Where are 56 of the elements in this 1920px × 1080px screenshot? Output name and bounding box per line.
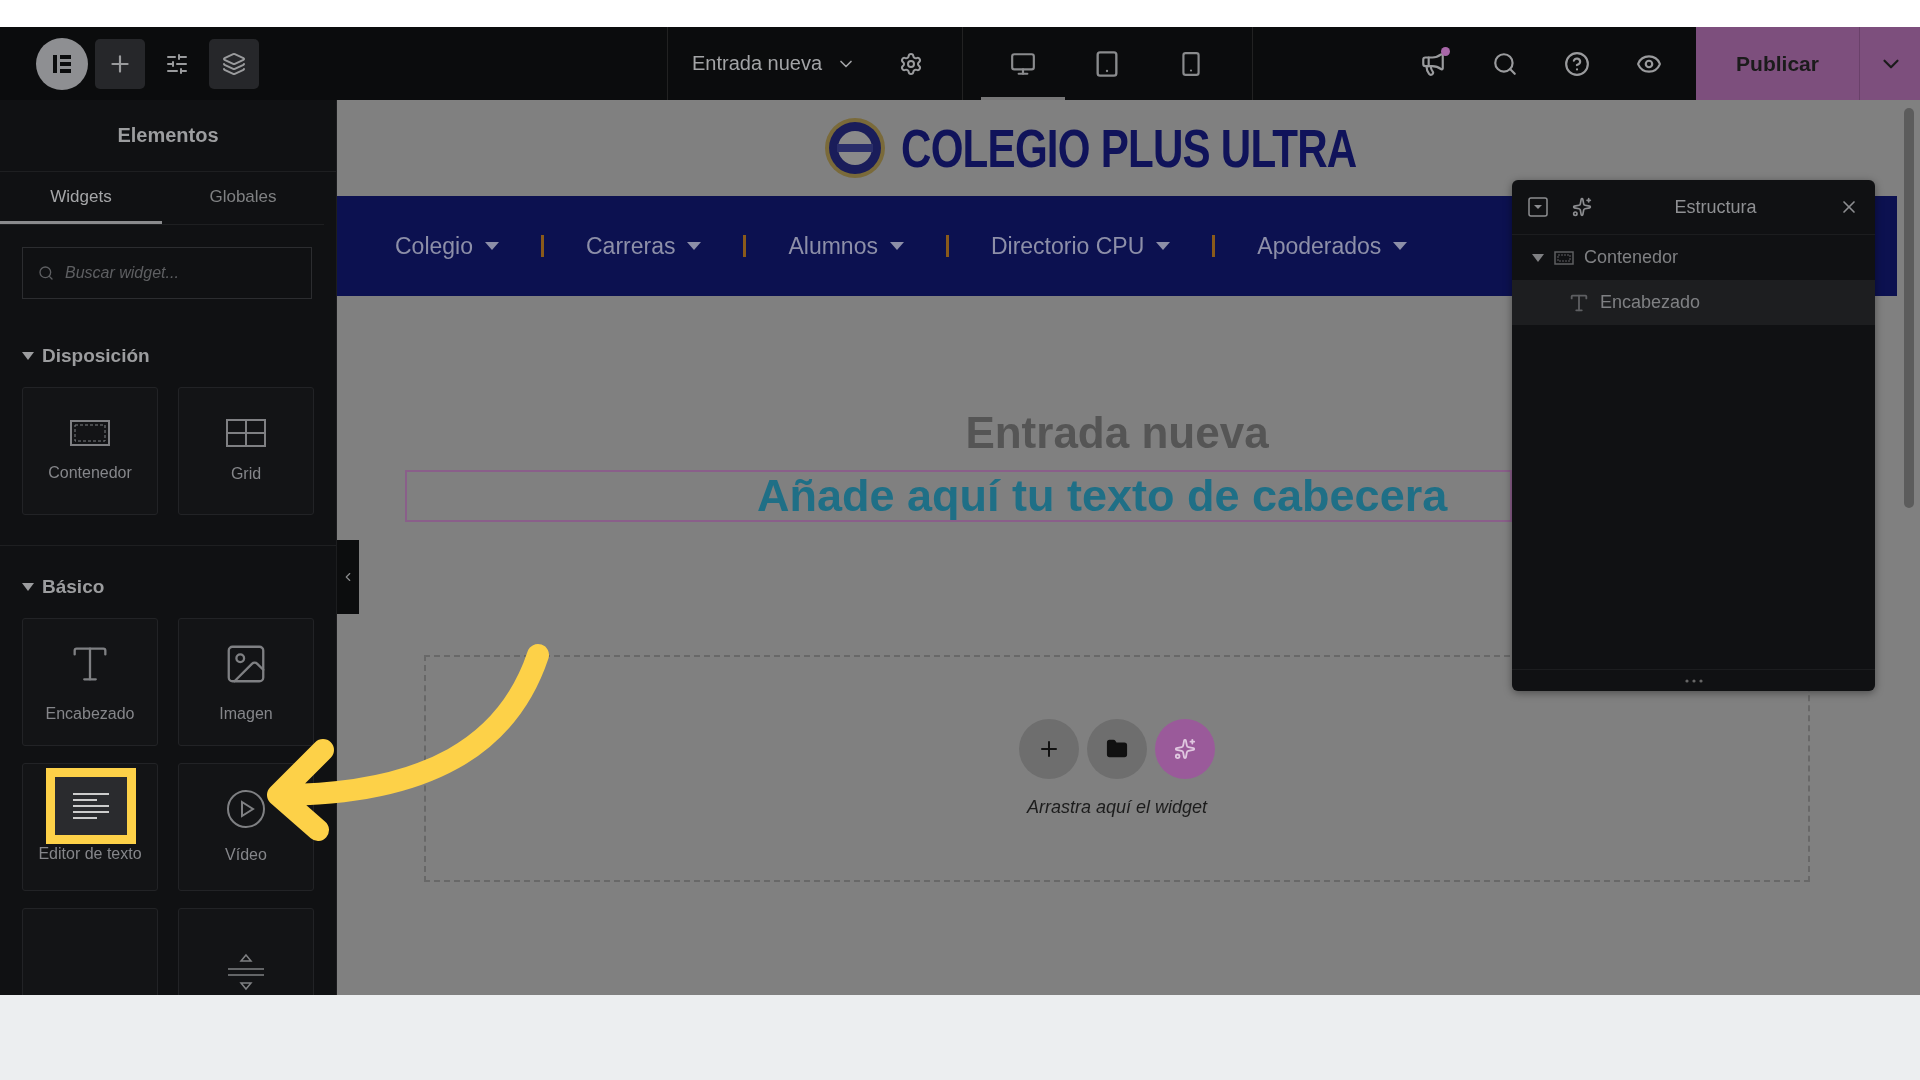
text-lines-icon <box>73 793 109 819</box>
tree-item[interactable]: Contenedor <box>1512 235 1875 280</box>
settings-icon <box>899 51 924 76</box>
layers-icon <box>222 51 246 76</box>
section-header[interactable]: Disposición <box>0 345 172 367</box>
scrollbar[interactable] <box>1904 108 1914 508</box>
site-logo-text: COLEGIO PLUS ULTRA <box>900 117 1356 179</box>
widget-tile[interactable]: Contenedor <box>22 387 158 515</box>
help-icon <box>1564 50 1590 77</box>
caret-icon <box>889 242 904 250</box>
caret-icon <box>22 583 34 591</box>
section-header[interactable]: Básico <box>0 576 127 598</box>
sliders-icon <box>165 51 189 76</box>
layers-button[interactable] <box>209 38 259 89</box>
drag-handle-icon[interactable] <box>1684 678 1703 683</box>
caret-icon <box>1156 242 1171 250</box>
sparkle-icon <box>1174 738 1196 760</box>
panel-tab[interactable]: Widgets <box>0 172 162 224</box>
caret-icon <box>22 352 34 360</box>
container-icon <box>1554 250 1574 265</box>
desktop-icon <box>1010 50 1036 77</box>
ai-button[interactable] <box>1155 719 1215 779</box>
widget-tile[interactable]: Encabezado <box>22 618 158 746</box>
folder-icon <box>1106 738 1128 760</box>
container-icon <box>70 420 110 446</box>
app-logo[interactable] <box>36 37 88 90</box>
search-icon <box>38 265 54 281</box>
caret-icon <box>485 242 499 250</box>
nav-item[interactable]: Carreras <box>586 232 702 260</box>
caret-icon <box>687 242 702 250</box>
caret-icon <box>1393 242 1408 250</box>
notification-dot <box>1441 46 1450 56</box>
nav-item[interactable]: Colegio <box>395 232 499 260</box>
play-icon <box>227 790 265 828</box>
structure-title: Estructura <box>1673 196 1758 218</box>
panel-tab[interactable]: Globales <box>162 172 324 224</box>
widget-tile[interactable]: Grid <box>178 387 314 515</box>
document-title-dropdown[interactable]: Entrada nueva <box>692 52 857 75</box>
add-button[interactable] <box>95 38 145 89</box>
drop-hint: Arrastra aquí el widget <box>1026 797 1208 818</box>
publish-button[interactable]: Publicar <box>1696 27 1859 100</box>
tree-item[interactable]: Encabezado <box>1512 280 1875 325</box>
nav-item[interactable]: Directorio CPU <box>990 232 1171 260</box>
caret-icon <box>1532 253 1544 262</box>
divider-icon <box>226 952 266 992</box>
panel-title: Elementos <box>0 100 336 172</box>
widget-tile[interactable]: Editor de texto <box>22 763 158 891</box>
sparkle-icon[interactable] <box>1572 197 1592 217</box>
search-icon <box>1492 50 1518 77</box>
widget-tile[interactable]: Imagen <box>178 618 314 746</box>
nav-item[interactable]: Apoderados <box>1257 232 1408 260</box>
collapse-icon[interactable] <box>1528 197 1548 217</box>
school-emblem-icon <box>822 116 887 180</box>
grid-icon <box>226 419 266 447</box>
search-field[interactable]: Buscar widget... <box>22 247 312 299</box>
nav-item[interactable]: Alumnos <box>788 232 904 260</box>
